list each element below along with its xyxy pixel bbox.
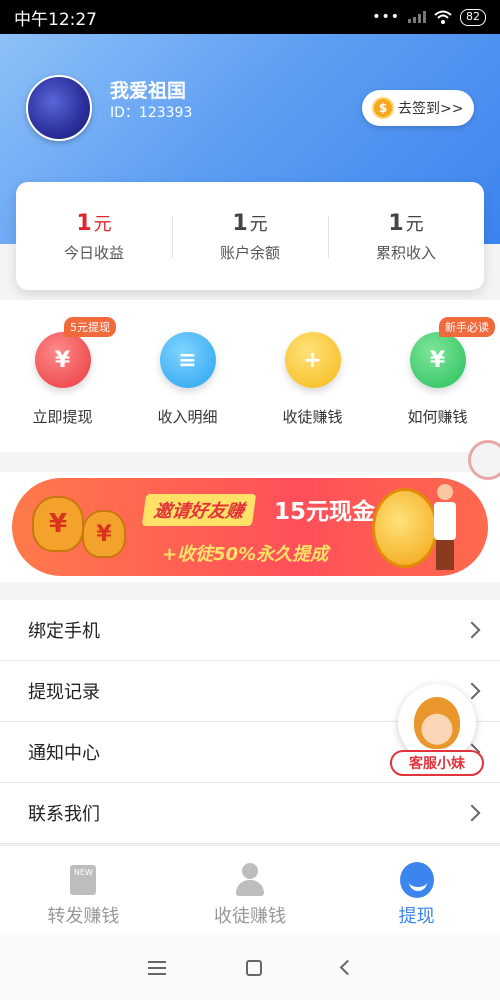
add-user-icon: + (284, 332, 341, 388)
back-icon[interactable] (339, 959, 355, 976)
badge-newbie: 新手必读 (439, 317, 495, 337)
invite-banner[interactable]: ¥ ¥ 邀请好友赚 15元现金 +收徒50%永久提成 (12, 478, 488, 576)
news-icon: NEW (70, 865, 97, 895)
system-nav-bar (0, 935, 500, 1000)
coin-icon (372, 488, 438, 568)
balance-account[interactable]: 1元 账户余额 (172, 210, 328, 263)
quick-label: 如何赚钱 (407, 408, 468, 426)
quick-label: 收入明细 (157, 408, 218, 426)
tab-label: 转发赚钱 (47, 906, 120, 927)
quick-label: 收徒赚钱 (282, 408, 343, 426)
status-icons: ••• 82 (372, 8, 486, 26)
badge-withdraw: 5元提现 (64, 317, 116, 337)
avatar[interactable] (26, 75, 92, 141)
chevron-right-icon (463, 804, 481, 822)
quick-withdraw[interactable]: 5元提现 ¥ 立即提现 (0, 300, 125, 452)
quick-actions: 5元提现 ¥ 立即提现 ≡ 收入明细 + 收徒赚钱 新手必读 ¥ 如何赚钱 (0, 300, 500, 452)
menu-bind-phone[interactable]: 绑定手机 (0, 600, 500, 661)
tab-label: 收徒赚钱 (214, 906, 286, 927)
coin-icon: $ (372, 97, 394, 119)
money-bag-icon: ¥ (32, 496, 84, 552)
money-bag-icon: ¥ (82, 510, 126, 558)
envelope-icon: ¥ (409, 332, 466, 388)
user-id: ID：123393 (110, 105, 193, 121)
menu-contact-us[interactable]: 联系我们 (0, 783, 500, 844)
banner-tag: 邀请好友赚 (141, 494, 257, 526)
balance-value: 1 (232, 210, 248, 236)
user-icon (233, 863, 267, 897)
balance-today[interactable]: 1元 今日收益 (16, 210, 172, 263)
balance-label: 今日收益 (63, 243, 124, 262)
banner-cash: 15元现金 (274, 499, 376, 525)
balance-unit: 元 (93, 213, 112, 235)
balance-label: 账户余额 (219, 243, 280, 262)
signal-icon (408, 11, 426, 23)
document-icon: ≡ (159, 332, 216, 388)
quick-how-to-earn[interactable]: 新手必读 ¥ 如何赚钱 (375, 300, 500, 452)
home-icon[interactable] (245, 959, 262, 976)
customer-service-label: 客服小妹 (390, 750, 484, 776)
quick-label: 立即提现 (32, 408, 93, 426)
yen-icon: ¥ (34, 332, 91, 388)
balance-card: 1元 今日收益 1元 账户余额 1元 累积收入 (16, 182, 484, 290)
tab-label: 提现 (398, 906, 435, 927)
menu-label: 提现记录 (28, 682, 100, 703)
bottom-nav: NEW 转发赚钱 收徒赚钱 提现 (0, 845, 500, 935)
balance-value: 1 (388, 210, 404, 236)
customer-service-button[interactable]: 客服小妹 (390, 684, 486, 778)
menu-label: 联系我们 (28, 804, 100, 825)
balance-unit: 元 (249, 213, 268, 235)
tab-share-earn[interactable]: NEW 转发赚钱 (0, 846, 167, 935)
tab-invite-earn[interactable]: 收徒赚钱 (167, 846, 334, 935)
wifi-icon (434, 10, 452, 24)
quick-income-detail[interactable]: ≡ 收入明细 (125, 300, 250, 452)
menu-label: 通知中心 (28, 743, 100, 764)
status-bar: 中午12:27 ••• 82 (0, 0, 500, 34)
balance-label: 累积收入 (375, 243, 436, 262)
person-illustration (432, 484, 458, 574)
cash-icon (399, 862, 434, 898)
balance-unit: 元 (405, 213, 424, 235)
menu-label: 绑定手机 (28, 621, 100, 642)
balance-total[interactable]: 1元 累积收入 (328, 210, 484, 263)
chevron-right-icon (463, 621, 481, 639)
rocket-icon[interactable] (468, 440, 500, 480)
menu-icon[interactable] (147, 960, 166, 975)
tab-withdraw[interactable]: 提现 (333, 846, 500, 935)
battery-icon: 82 (460, 8, 486, 26)
more-dots-icon: ••• (372, 9, 400, 25)
status-time: 中午12:27 (14, 9, 97, 30)
quick-invite[interactable]: + 收徒赚钱 (250, 300, 375, 452)
banner-subtitle: +收徒50%永久提成 (162, 544, 329, 565)
checkin-label: 去签到>> (398, 101, 464, 117)
checkin-button[interactable]: $ 去签到>> (362, 90, 474, 126)
banner-section: ¥ ¥ 邀请好友赚 15元现金 +收徒50%永久提成 (0, 472, 500, 582)
balance-value: 1 (76, 210, 92, 236)
username: 我爱祖国 (110, 80, 187, 102)
